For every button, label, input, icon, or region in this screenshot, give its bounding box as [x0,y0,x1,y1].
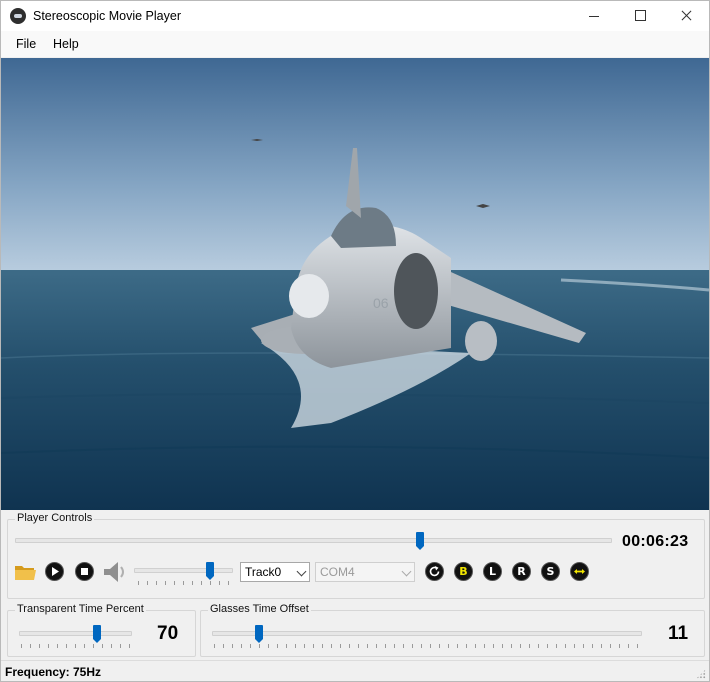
reset-button[interactable] [425,562,444,581]
glasses-offset-slider-thumb[interactable] [255,625,264,643]
port-select-value: COM4 [320,565,355,579]
seek-slider-thumb[interactable] [415,532,424,550]
window-title: Stereoscopic Movie Player [33,9,181,23]
minimize-button[interactable] [571,1,617,31]
app-window: Stereoscopic Movie Player File Help 06 P… [0,0,710,682]
s-mode-button[interactable]: S [541,562,560,581]
player-controls-label: Player Controls [15,512,95,524]
transparent-time-slider-thumb[interactable] [92,625,101,643]
track-select-value: Track0 [245,565,282,579]
app-icon [10,8,26,24]
status-bar: Frequency: 75Hz [1,660,709,681]
transparent-time-value: 70 [157,623,179,644]
play-button[interactable] [45,562,64,581]
volume-slider-track[interactable] [134,568,233,573]
menu-file[interactable]: File [16,37,36,51]
stop-button[interactable] [75,562,94,581]
elapsed-time: 00:06:23 [622,533,689,550]
chevron-down-icon [296,566,307,577]
speaker-icon[interactable] [102,560,128,584]
seek-slider-track[interactable] [15,538,612,543]
title-bar: Stereoscopic Movie Player [1,1,709,31]
both-eyes-button[interactable]: B [454,562,473,581]
frequency-value: 75Hz [73,665,102,679]
frequency-label: Frequency: [5,665,70,679]
refresh-icon [429,566,440,577]
stop-icon [81,568,88,575]
video-frame: 06 [1,58,709,510]
glasses-offset-ticks [214,644,639,648]
left-eye-button[interactable]: L [483,562,502,581]
player-controls-group: Player Controls [7,512,705,599]
transparent-time-label: Transparent Time Percent [15,603,146,615]
swap-eyes-button[interactable] [570,562,589,581]
svg-text:06: 06 [373,295,389,311]
folder-open-icon[interactable] [14,563,38,581]
port-select: COM4 [315,562,415,582]
resize-grip-icon[interactable] [696,669,706,679]
transparent-time-ticks [21,644,131,648]
menu-bar: File Help [1,31,709,57]
chevron-down-icon [401,566,412,577]
right-eye-button[interactable]: R [512,562,531,581]
volume-ticks [138,581,230,585]
maximize-button[interactable] [617,1,663,31]
close-button[interactable] [663,1,709,31]
glasses-offset-label: Glasses Time Offset [208,603,311,615]
volume-slider-thumb[interactable] [205,562,214,580]
glasses-offset-slider-track[interactable] [212,631,642,636]
play-icon [52,567,59,576]
swap-arrows-icon [574,569,585,574]
transparent-time-slider-track[interactable] [19,631,132,636]
video-display[interactable]: 06 [1,58,709,510]
glasses-offset-value: 11 [668,623,689,644]
track-select[interactable]: Track0 [240,562,310,582]
menu-help[interactable]: Help [53,37,79,51]
